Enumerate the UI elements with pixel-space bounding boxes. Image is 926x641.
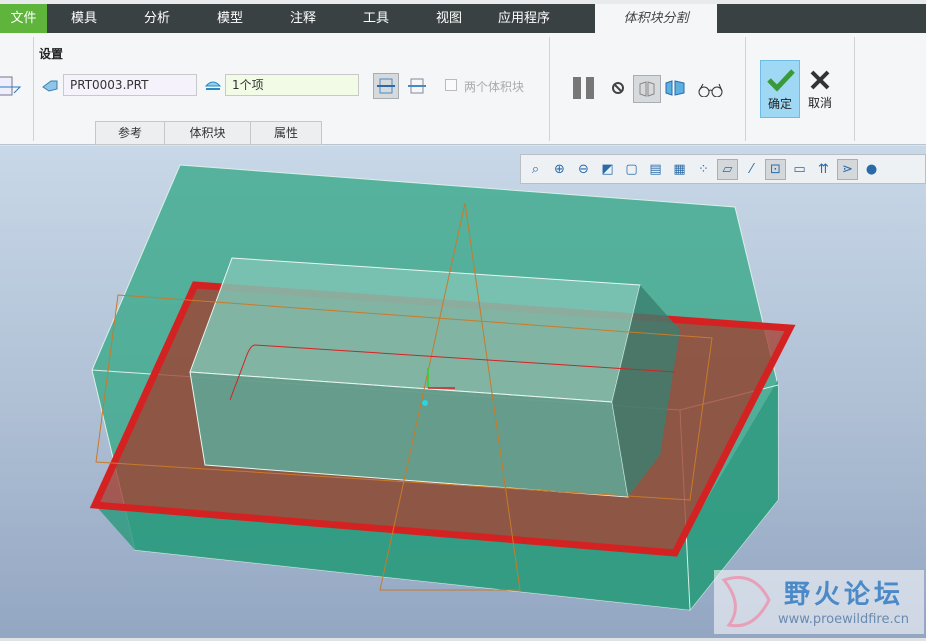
spin-center-icon[interactable]: ⋗ (837, 158, 858, 180)
cancel-label: 取消 (807, 96, 832, 110)
zoom-in-icon[interactable]: ⊕ (549, 159, 570, 180)
csys-origin (422, 400, 428, 406)
glasses-icon[interactable] (697, 83, 725, 97)
subtab-properties[interactable]: 属性 (250, 121, 322, 145)
surface-field[interactable]: 1个项 (225, 74, 359, 96)
view-orientation-icon[interactable]: ▢ (621, 159, 642, 180)
tab-annotate[interactable]: 注释 (267, 4, 339, 33)
flip-volume-2-icon[interactable] (404, 73, 430, 99)
tab-model[interactable]: 模型 (193, 4, 267, 33)
menu-bar: 文件 模具 分析 模型 注释 工具 视图 应用程序 体积块分割 (0, 4, 926, 33)
close-icon (810, 70, 830, 90)
split-mode-icon[interactable] (0, 73, 22, 101)
point-display-icon[interactable]: ⊡ (765, 158, 786, 180)
tab-volume-split[interactable]: 体积块分割 (595, 4, 717, 33)
group-label-settings: 设置 (39, 47, 64, 61)
axis-display-icon[interactable]: ⁄ (741, 159, 762, 180)
surface-icon (204, 75, 222, 93)
view-toolbar: ⌕ ⊕ ⊖ ◩ ▢ ▤ ▦ ⁘ ▱ ⁄ ⊡ ▭ ⇈ ⋗ ● (520, 154, 926, 184)
repaint-icon[interactable]: ◩ (597, 159, 618, 180)
ok-label: 确定 (767, 97, 792, 111)
two-volumes-checkbox[interactable] (445, 79, 457, 91)
plane-display-icon[interactable]: ▱ (717, 158, 738, 180)
cancel-button[interactable]: 取消 (802, 60, 838, 118)
part-field[interactable]: PRT0003.PRT (63, 74, 197, 96)
annotation-display-icon[interactable]: ⇈ (813, 159, 834, 180)
tab-mold[interactable]: 模具 (47, 4, 121, 33)
ok-button[interactable]: 确定 (760, 60, 800, 118)
tab-file[interactable]: 文件 (0, 4, 47, 33)
verify-icon[interactable] (664, 79, 686, 97)
tab-applications[interactable]: 应用程序 (485, 4, 563, 33)
zoom-out-icon[interactable]: ⊖ (573, 159, 594, 180)
tab-tools[interactable]: 工具 (339, 4, 413, 33)
subtab-references[interactable]: 参考 (95, 121, 165, 145)
mold-model (89, 164, 796, 611)
watermark-url: www.proewildfire.cn (778, 612, 909, 627)
saved-views-icon[interactable]: ▤ (645, 159, 666, 180)
preview-icon[interactable] (633, 75, 661, 103)
appearance-icon[interactable]: ● (861, 159, 882, 180)
watermark-logo: 野火论坛 www.proewildfire.cn (714, 570, 924, 634)
flip-volume-1-icon[interactable] (373, 73, 399, 99)
csys-display-icon[interactable]: ▭ (789, 159, 810, 180)
refit-icon[interactable]: ⌕ (525, 159, 546, 180)
graphics-viewport[interactable] (0, 146, 926, 638)
ribbon: 设置 PRT0003.PRT 1个项 两个体积块 参考 体积块 属性 确定 取消 (0, 33, 926, 145)
pause-icon[interactable] (572, 77, 596, 99)
display-style-icon[interactable]: ▦ (669, 159, 690, 180)
checkmark-icon (767, 69, 795, 92)
tab-view[interactable]: 视图 (413, 4, 485, 33)
subtab-volumes[interactable]: 体积块 (164, 121, 251, 145)
tab-analysis[interactable]: 分析 (121, 4, 193, 33)
no-preview-icon[interactable] (611, 81, 625, 95)
two-volumes-label: 两个体积块 (464, 80, 525, 94)
watermark-title: 野火论坛 (784, 580, 905, 610)
part-icon (41, 75, 59, 93)
datum-display-icon[interactable]: ⁘ (693, 159, 714, 180)
